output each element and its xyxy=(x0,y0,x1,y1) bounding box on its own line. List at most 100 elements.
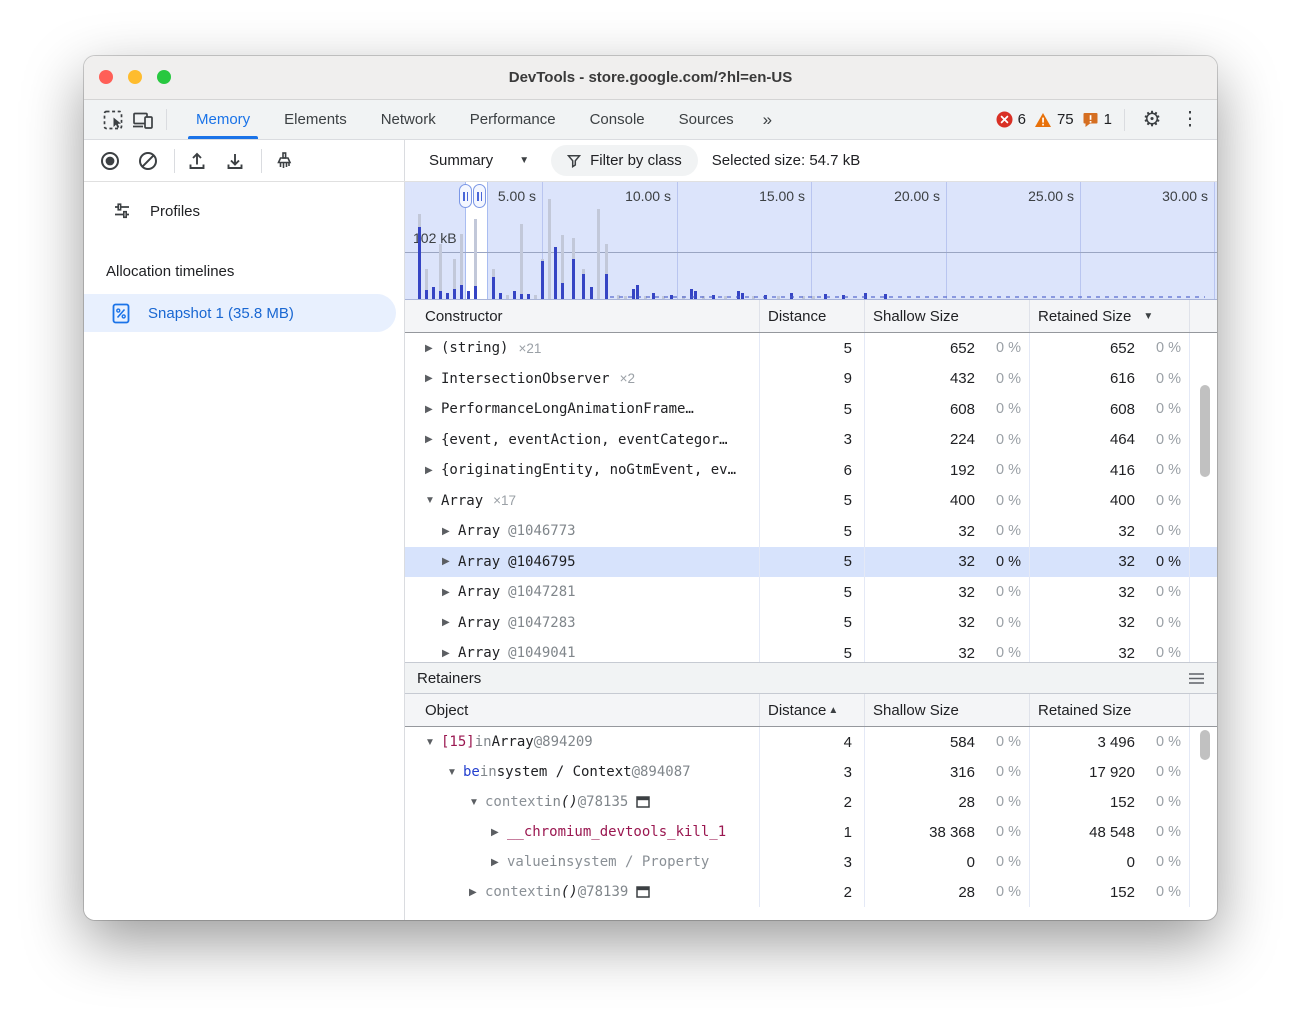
warning-badge[interactable]: 75 xyxy=(1034,111,1074,128)
error-badge[interactable]: 6 xyxy=(996,111,1026,128)
constructor-row[interactable]: ▶Array@10472835320 %320 % xyxy=(405,608,1217,639)
hamburger-menu-icon[interactable] xyxy=(1188,672,1205,685)
distance-cell: 5 xyxy=(760,486,865,517)
column-header-distance[interactable]: Distance▲ xyxy=(760,694,865,726)
column-header-shallow-size[interactable]: Shallow Size xyxy=(865,694,1030,726)
more-tabs-button[interactable]: » xyxy=(751,100,784,139)
tab-network[interactable]: Network xyxy=(364,100,453,139)
expander-icon[interactable]: ▼ xyxy=(425,495,441,506)
allocation-bar-total xyxy=(597,209,600,299)
panel-tabs: MemoryElementsNetworkPerformanceConsoleS… xyxy=(179,100,751,139)
expander-icon[interactable]: ▼ xyxy=(447,767,463,778)
constructor-row[interactable]: ▶Array@10490415320 %320 % xyxy=(405,638,1217,662)
retained-size-cell: 320 % xyxy=(1030,638,1190,662)
heap-snapshot-icon xyxy=(112,303,130,324)
selection-right-handle[interactable] xyxy=(473,184,486,208)
load-profile-icon[interactable] xyxy=(185,150,209,172)
kebab-menu-icon[interactable]: ⋮ xyxy=(1175,110,1205,129)
allocation-bar-live xyxy=(541,261,544,299)
tab-sources[interactable]: Sources xyxy=(662,100,751,139)
zoom-window-button[interactable] xyxy=(157,70,171,84)
retainers-title: Retainers xyxy=(417,670,1188,687)
distance-cell: 3 xyxy=(760,757,865,787)
column-header-retained-size[interactable]: Retained Size▼ xyxy=(1030,300,1190,332)
constructor-row[interactable]: ▶Array@10467955320 %320 % xyxy=(405,547,1217,578)
expander-icon[interactable]: ▶ xyxy=(425,373,441,384)
distance-cell: 5 xyxy=(760,547,865,578)
constructor-row[interactable]: ▼Array×1754000 %4000 % xyxy=(405,486,1217,517)
constructor-row[interactable]: ▶(string)×2156520 %6520 % xyxy=(405,333,1217,364)
tab-performance[interactable]: Performance xyxy=(453,100,573,139)
allocation-bar-live xyxy=(418,227,421,299)
clear-profiles-icon[interactable] xyxy=(136,150,160,172)
expander-icon[interactable]: ▶ xyxy=(442,526,458,537)
expander-icon[interactable]: ▶ xyxy=(425,465,441,476)
frame-window-icon[interactable] xyxy=(636,796,650,808)
save-profile-icon[interactable] xyxy=(223,150,247,172)
expander-icon[interactable]: ▶ xyxy=(491,857,507,868)
expander-icon[interactable]: ▶ xyxy=(469,887,485,898)
vertical-scrollbar[interactable] xyxy=(1200,730,1210,760)
retained-size-cell: 1520 % xyxy=(1030,787,1190,817)
vertical-scrollbar[interactable] xyxy=(1200,385,1210,477)
record-heap-icon[interactable] xyxy=(98,150,122,172)
retainer-row[interactable]: ▶context in () @781392280 %1520 % xyxy=(405,877,1217,907)
expander-icon[interactable]: ▶ xyxy=(491,827,507,838)
allocation-timelines-heading: Allocation timelines xyxy=(84,254,404,288)
frame-window-icon[interactable] xyxy=(636,886,650,898)
expander-icon[interactable]: ▶ xyxy=(442,587,458,598)
constructor-name-cell: ▶Array@1049041 xyxy=(405,638,760,662)
sidebar-item-snapshot-1[interactable]: Snapshot 1 (35.8 MB) xyxy=(84,294,396,332)
sidebar-item-profiles[interactable]: Profiles xyxy=(84,192,404,230)
shallow-size-cell: 320 % xyxy=(865,577,1030,608)
retainer-row[interactable]: ▶value in system / Property300 %00 % xyxy=(405,847,1217,877)
column-header-distance[interactable]: Distance xyxy=(760,300,865,332)
expander-icon[interactable]: ▼ xyxy=(469,797,485,808)
constructor-row[interactable]: ▶Array@10467735320 %320 % xyxy=(405,516,1217,547)
constructor-row[interactable]: ▶{event, eventAction, eventCategor…32240… xyxy=(405,425,1217,456)
constructor-row[interactable]: ▶{originatingEntity, noGtmEvent, ev…6192… xyxy=(405,455,1217,486)
constructor-row[interactable]: ▶IntersectionObserver×294320 %6160 % xyxy=(405,364,1217,395)
distance-cell: 2 xyxy=(760,877,865,907)
device-toolbar-icon[interactable] xyxy=(128,100,158,139)
allocation-bar-live xyxy=(499,293,502,299)
retainer-row[interactable]: ▼context in () @781352280 %1520 % xyxy=(405,787,1217,817)
expander-icon[interactable]: ▶ xyxy=(442,617,458,628)
distance-cell: 1 xyxy=(760,817,865,847)
expander-icon[interactable]: ▼ xyxy=(425,737,441,748)
expander-icon[interactable]: ▶ xyxy=(425,404,441,415)
expander-icon[interactable]: ▶ xyxy=(442,556,458,567)
column-header-constructor[interactable]: Constructor xyxy=(405,300,760,332)
retainer-row[interactable]: ▼be in system / Context @89408733160 %17… xyxy=(405,757,1217,787)
settings-gear-icon[interactable]: ⚙ xyxy=(1137,109,1167,130)
issues-badge[interactable]: 1 xyxy=(1082,111,1112,128)
allocation-bar-live xyxy=(439,291,442,299)
filter-by-class-input[interactable]: Filter by class xyxy=(551,145,698,176)
selection-left-handle[interactable] xyxy=(459,184,472,208)
retainer-row[interactable]: ▼[15] in Array @89420945840 %3 4960 % xyxy=(405,727,1217,757)
column-header-shallow-size[interactable]: Shallow Size xyxy=(865,300,1030,332)
minimize-window-button[interactable] xyxy=(128,70,142,84)
shallow-size-cell: 00 % xyxy=(865,847,1030,877)
constructor-row[interactable]: ▶PerformanceLongAnimationFrame…56080 %60… xyxy=(405,394,1217,425)
constructor-row[interactable]: ▶Array@10472815320 %320 % xyxy=(405,577,1217,608)
time-gridline xyxy=(811,182,812,299)
allocation-timeline[interactable]: 102 kB 5.00 s10.00 s15.00 s20.00 s25.00 … xyxy=(405,182,1217,300)
header-spacer xyxy=(1190,300,1217,332)
tab-elements[interactable]: Elements xyxy=(267,100,364,139)
sort-indicator-icon: ▲ xyxy=(828,705,838,716)
expander-icon[interactable]: ▶ xyxy=(425,343,441,354)
clear-all-brush-icon[interactable] xyxy=(272,150,296,172)
inspect-element-icon[interactable] xyxy=(98,100,128,139)
expander-icon[interactable]: ▶ xyxy=(442,648,458,659)
expander-icon[interactable]: ▶ xyxy=(425,434,441,445)
time-tick-label: 20.00 s xyxy=(864,188,940,204)
tab-console[interactable]: Console xyxy=(573,100,662,139)
column-header-retained-size[interactable]: Retained Size xyxy=(1030,694,1190,726)
shallow-size-cell: 320 % xyxy=(865,638,1030,662)
perspective-select[interactable]: Summary ▼ xyxy=(429,152,529,169)
close-window-button[interactable] xyxy=(99,70,113,84)
tab-memory[interactable]: Memory xyxy=(179,100,267,139)
column-header-object[interactable]: Object xyxy=(405,694,760,726)
retainer-row[interactable]: ▶__chromium_devtools_kill_1138 3680 %48 … xyxy=(405,817,1217,847)
